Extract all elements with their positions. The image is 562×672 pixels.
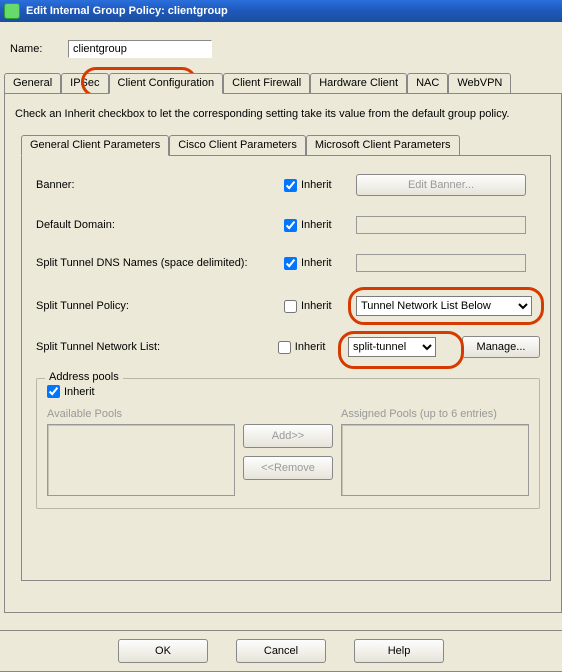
- instruction-text: Check an Inherit checkbox to let the cor…: [15, 108, 551, 120]
- assigned-pools-list: [341, 424, 529, 496]
- inherit-label: Inherit: [295, 341, 326, 353]
- default-domain-inherit-checkbox[interactable]: [284, 219, 297, 232]
- split-tunnel-policy-inherit-checkbox[interactable]: [284, 300, 297, 313]
- title-bar: Edit Internal Group Policy: clientgroup: [0, 0, 562, 22]
- split-tunnel-policy-label: Split Tunnel Policy:: [36, 300, 284, 312]
- edit-banner-button: Edit Banner...: [356, 174, 526, 196]
- address-pools-inherit-checkbox[interactable]: [47, 385, 60, 398]
- address-pools-title: Address pools: [45, 371, 123, 383]
- split-tunnel-network-list-select[interactable]: split-tunnel: [348, 337, 436, 357]
- split-tunnel-network-list-inherit-checkbox[interactable]: [278, 341, 291, 354]
- add-pool-button: Add>>: [243, 424, 333, 448]
- split-tunnel-policy-select[interactable]: Tunnel Network List Below: [356, 296, 532, 316]
- banner-inherit-checkbox[interactable]: [284, 179, 297, 192]
- banner-label: Banner:: [36, 179, 284, 191]
- available-pools-label: Available Pools: [47, 408, 235, 420]
- inherit-label: Inherit: [301, 257, 332, 269]
- subtab-microsoft-client-parameters[interactable]: Microsoft Client Parameters: [306, 135, 460, 156]
- dialog-button-bar: OK Cancel Help: [0, 630, 562, 672]
- window-title: Edit Internal Group Policy: clientgroup: [26, 5, 228, 17]
- subtab-general-client-parameters[interactable]: General Client Parameters: [21, 135, 169, 156]
- tab-ipsec[interactable]: IPSec: [61, 73, 108, 94]
- name-label: Name:: [10, 43, 68, 55]
- tab-nac[interactable]: NAC: [407, 73, 448, 94]
- assigned-pools-label: Assigned Pools (up to 6 entries): [341, 408, 529, 420]
- tab-general[interactable]: General: [4, 73, 61, 94]
- help-button[interactable]: Help: [354, 639, 444, 663]
- split-dns-inherit-checkbox[interactable]: [284, 257, 297, 270]
- name-input[interactable]: [68, 40, 212, 58]
- inherit-label: Inherit: [301, 219, 332, 231]
- tab-client-firewall[interactable]: Client Firewall: [223, 73, 310, 94]
- split-dns-field: [356, 254, 526, 272]
- available-pools-list: [47, 424, 235, 496]
- inherit-label: Inherit: [301, 179, 332, 191]
- default-domain-label: Default Domain:: [36, 219, 284, 231]
- manage-button[interactable]: Manage...: [462, 336, 540, 358]
- inherit-label: Inherit: [301, 300, 332, 312]
- inherit-label: Inherit: [64, 386, 95, 398]
- app-icon: [4, 3, 20, 19]
- ok-button[interactable]: OK: [118, 639, 208, 663]
- cancel-button[interactable]: Cancel: [236, 639, 326, 663]
- tab-webvpn[interactable]: WebVPN: [448, 73, 511, 94]
- remove-pool-button: <<Remove: [243, 456, 333, 480]
- split-tunnel-network-list-label: Split Tunnel Network List:: [36, 341, 278, 353]
- tab-client-configuration[interactable]: Client Configuration: [109, 73, 224, 94]
- default-domain-field: [356, 216, 526, 234]
- address-pools-group: Address pools Inherit Available Pools: [36, 378, 540, 509]
- split-dns-label: Split Tunnel DNS Names (space delimited)…: [36, 257, 284, 269]
- subtab-cisco-client-parameters[interactable]: Cisco Client Parameters: [169, 135, 306, 156]
- tab-hardware-client[interactable]: Hardware Client: [310, 73, 407, 94]
